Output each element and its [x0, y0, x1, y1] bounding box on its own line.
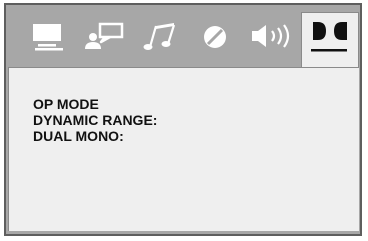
- music-note-icon[interactable]: [142, 20, 182, 52]
- dynamic-range-label[interactable]: DYNAMIC RANGE:: [33, 112, 157, 128]
- dual-mono-label[interactable]: DUAL MONO:: [33, 128, 124, 144]
- restriction-icon[interactable]: [200, 22, 230, 52]
- monitor-icon[interactable]: [29, 22, 69, 52]
- user-speech-icon[interactable]: [84, 20, 130, 52]
- dolby-icon[interactable]: [310, 18, 350, 58]
- dolby-settings-content: [8, 67, 359, 231]
- op-mode-label[interactable]: OP MODE: [33, 96, 99, 112]
- speaker-icon[interactable]: [250, 20, 296, 52]
